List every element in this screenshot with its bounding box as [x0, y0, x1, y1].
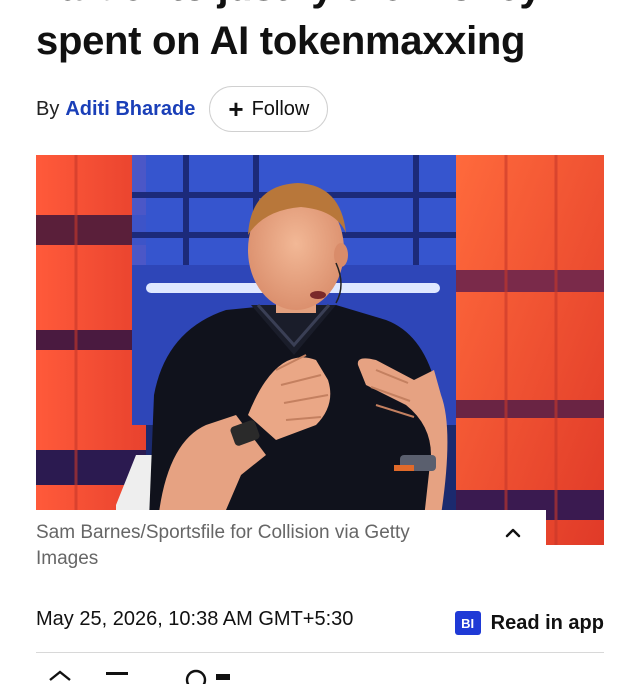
hero-image [36, 155, 604, 545]
author-link[interactable]: Aditi Bharade [65, 98, 195, 121]
follow-button[interactable]: + Follow [209, 86, 329, 132]
divider [36, 652, 604, 653]
image-caption-panel: Sam Barnes/Sportsfile for Collision via … [36, 510, 546, 580]
plus-icon: + [228, 94, 244, 124]
share-icon [49, 670, 71, 681]
article-headline: harder to justify the money spent on AI … [36, 0, 626, 68]
follow-label: Follow [251, 97, 310, 120]
speaker-photo [36, 155, 604, 545]
article-toolbar [36, 664, 336, 689]
byline-prefix: By [36, 97, 60, 120]
image-caption: Sam Barnes/Sportsfile for Collision via … [36, 522, 410, 569]
caption-collapse-button[interactable] [498, 518, 528, 548]
chevron-up-icon [505, 528, 521, 538]
comment-icon [185, 669, 207, 689]
read-in-app-link[interactable]: BI Read in app [454, 609, 604, 637]
headline-line-2: spent on AI tokenmaxxing [36, 19, 526, 63]
business-insider-badge-icon: BI [454, 611, 481, 635]
read-in-app-label: Read in app [490, 611, 604, 634]
publish-date: May 25, 2026, 10:38 AM GMT+5:30 [36, 608, 354, 630]
byline: By Aditi Bharade + Follow [36, 86, 329, 132]
headline-line-1: harder to justify the money [36, 0, 542, 9]
